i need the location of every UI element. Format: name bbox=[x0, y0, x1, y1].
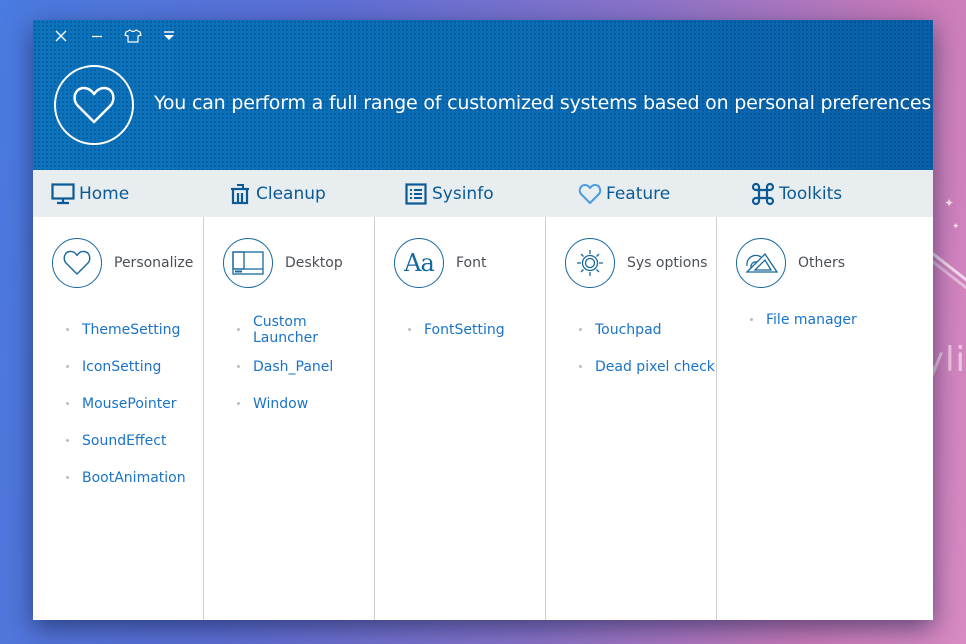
tools-icon bbox=[745, 252, 779, 273]
close-button[interactable] bbox=[43, 26, 79, 46]
monitor-icon bbox=[51, 182, 75, 204]
link-dead-pixel-check[interactable]: Dead pixel check bbox=[546, 348, 716, 385]
bullet bbox=[237, 402, 240, 405]
bullet bbox=[579, 365, 582, 368]
tab-label: Cleanup bbox=[256, 183, 326, 204]
section-personalize: Personalize ThemeSetting IconSetting Mou… bbox=[33, 217, 204, 620]
link-dash-panel[interactable]: Dash_Panel bbox=[204, 348, 374, 385]
tab-label: Home bbox=[79, 183, 130, 204]
bullet bbox=[66, 365, 69, 368]
bullet bbox=[237, 365, 240, 368]
link-touchpad[interactable]: Touchpad bbox=[546, 311, 716, 348]
heart-icon bbox=[63, 250, 91, 275]
trash-icon bbox=[231, 183, 249, 204]
tab-sysinfo[interactable]: Sysinfo bbox=[375, 170, 546, 217]
section-title: Others bbox=[798, 255, 846, 271]
item-label: MousePointer bbox=[82, 395, 177, 412]
bullet bbox=[66, 328, 69, 331]
item-label: SoundEffect bbox=[82, 432, 167, 449]
tab-bar: Home Cleanup Sysinfo Feature Toolkits bbox=[33, 170, 933, 217]
wallpaper-sparkle: ✦ bbox=[944, 196, 955, 210]
tab-toolkits[interactable]: Toolkits bbox=[717, 170, 888, 217]
section-icon-circle: Aa bbox=[394, 238, 444, 288]
close-icon bbox=[55, 30, 67, 42]
link-mouse-pointer[interactable]: MousePointer bbox=[33, 385, 203, 422]
bullet bbox=[66, 402, 69, 405]
item-label: Custom Launcher bbox=[252, 313, 319, 346]
link-window[interactable]: Window bbox=[204, 385, 374, 422]
tab-label: Toolkits bbox=[779, 183, 843, 204]
bullet bbox=[66, 439, 69, 442]
wallpaper-streak bbox=[929, 250, 966, 302]
desktop-window-icon bbox=[232, 251, 264, 275]
sun-gear-icon bbox=[577, 250, 603, 276]
tab-feature[interactable]: Feature bbox=[546, 170, 717, 217]
section-font: Aa Font FontSetting bbox=[375, 217, 546, 620]
bullet bbox=[579, 328, 582, 331]
link-theme-setting[interactable]: ThemeSetting bbox=[33, 311, 203, 348]
command-icon bbox=[751, 182, 775, 205]
font-icon: Aa bbox=[404, 249, 435, 277]
item-label: ThemeSetting bbox=[82, 321, 181, 338]
item-label: Window bbox=[253, 395, 309, 412]
item-label: File manager bbox=[766, 311, 857, 328]
section-others: Others File manager bbox=[717, 217, 933, 620]
section-sys-options: Sys options Touchpad Dead pixel check bbox=[546, 217, 717, 620]
bullet bbox=[66, 476, 69, 479]
item-label: BootAnimation bbox=[82, 469, 186, 486]
section-desktop: Desktop Custom Launcher Dash_Panel Windo… bbox=[204, 217, 375, 620]
tshirt-icon bbox=[124, 29, 142, 43]
item-label: Touchpad bbox=[595, 321, 662, 338]
skin-button[interactable] bbox=[115, 26, 151, 46]
link-sound-effect[interactable]: SoundEffect bbox=[33, 422, 203, 459]
link-boot-animation[interactable]: BootAnimation bbox=[33, 459, 203, 496]
section-title: Desktop bbox=[285, 255, 343, 271]
item-label: FontSetting bbox=[424, 321, 505, 338]
minimize-icon bbox=[92, 35, 102, 38]
banner: You can perform a full range of customiz… bbox=[33, 20, 933, 170]
link-font-setting[interactable]: FontSetting bbox=[375, 311, 545, 348]
section-icon-circle bbox=[565, 238, 615, 288]
minimize-button[interactable] bbox=[79, 26, 115, 46]
section-title: Personalize bbox=[114, 255, 194, 271]
section-title: Sys options bbox=[627, 255, 708, 271]
bullet bbox=[237, 328, 240, 331]
tab-cleanup[interactable]: Cleanup bbox=[204, 170, 375, 217]
item-label: Dead pixel check bbox=[595, 358, 715, 375]
section-icon-circle bbox=[223, 238, 273, 288]
heart-icon bbox=[578, 183, 602, 204]
tab-home[interactable]: Home bbox=[33, 170, 204, 217]
section-icon-circle bbox=[52, 238, 102, 288]
link-icon-setting[interactable]: IconSetting bbox=[33, 348, 203, 385]
bullet bbox=[408, 328, 411, 331]
tab-label: Feature bbox=[606, 183, 671, 204]
link-custom-launcher[interactable]: Custom Launcher bbox=[204, 311, 374, 348]
section-title: Font bbox=[456, 255, 487, 271]
banner-text: You can perform a full range of customiz… bbox=[154, 92, 932, 114]
app-window: You can perform a full range of customiz… bbox=[33, 20, 933, 620]
tab-label: Sysinfo bbox=[432, 183, 494, 204]
window-controls bbox=[43, 26, 187, 46]
list-icon bbox=[405, 182, 427, 205]
item-label: IconSetting bbox=[82, 358, 162, 375]
link-file-manager[interactable]: File manager bbox=[717, 301, 933, 338]
wallpaper-sparkle: ✦ bbox=[952, 222, 960, 232]
item-label: Dash_Panel bbox=[253, 358, 334, 375]
section-icon-circle bbox=[736, 238, 786, 288]
dropdown-menu-icon bbox=[164, 31, 174, 40]
bullet bbox=[750, 318, 753, 321]
heart-icon bbox=[73, 86, 115, 124]
menu-button[interactable] bbox=[151, 26, 187, 46]
hero-icon-circle bbox=[54, 65, 134, 145]
feature-columns: Personalize ThemeSetting IconSetting Mou… bbox=[33, 217, 933, 620]
